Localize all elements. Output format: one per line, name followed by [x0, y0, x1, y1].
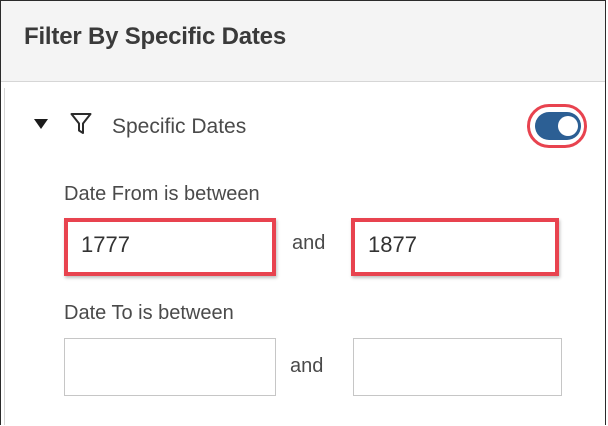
date-to-and-text: and — [290, 355, 324, 377]
date-to-label: Date To is between — [64, 302, 234, 324]
date-to-start-input[interactable] — [64, 338, 276, 396]
date-from-and-text: and — [292, 232, 326, 254]
date-to-end-input[interactable] — [353, 338, 562, 396]
date-from-start-input[interactable]: 1777 — [64, 218, 276, 276]
date-from-label: Date From is between — [64, 183, 260, 205]
caret-down-icon[interactable] — [34, 119, 48, 129]
section-divider — [4, 88, 5, 425]
date-from-end-input[interactable]: 1877 — [351, 218, 559, 276]
toggle-knob[interactable] — [558, 116, 578, 136]
panel-title: Filter By Specific Dates — [24, 23, 286, 50]
panel-header: Filter By Specific Dates — [1, 1, 605, 82]
filter-label: Specific Dates — [112, 115, 247, 138]
funnel-icon — [70, 113, 92, 134]
